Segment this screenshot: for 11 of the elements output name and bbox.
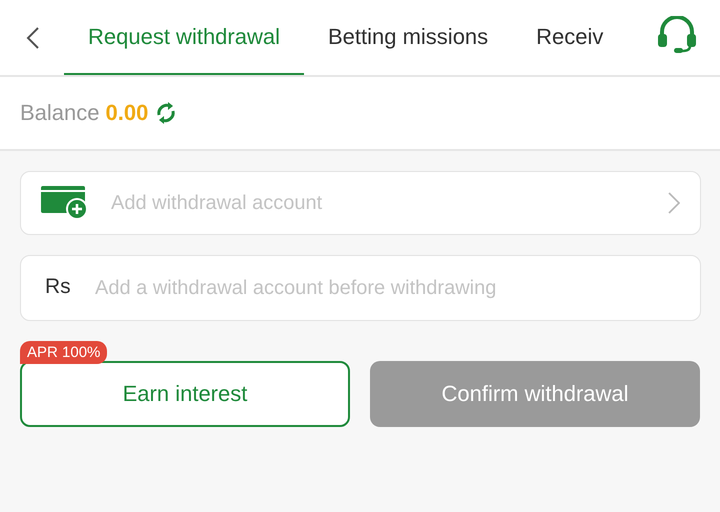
chevron-right-icon xyxy=(668,192,680,214)
apr-badge: APR 100% xyxy=(20,341,108,364)
back-icon xyxy=(26,26,40,50)
tab[interactable]: Receiv xyxy=(512,0,604,75)
balance-label: Balance xyxy=(20,100,100,126)
tab[interactable]: Betting missions xyxy=(304,0,512,75)
earn-interest-button[interactable]: Earn interest xyxy=(20,361,350,427)
balance-amount: 0.00 xyxy=(106,100,148,126)
currency-label: Rs xyxy=(45,275,71,299)
wallet-add-icon xyxy=(41,186,89,220)
headset-icon[interactable] xyxy=(656,16,698,54)
